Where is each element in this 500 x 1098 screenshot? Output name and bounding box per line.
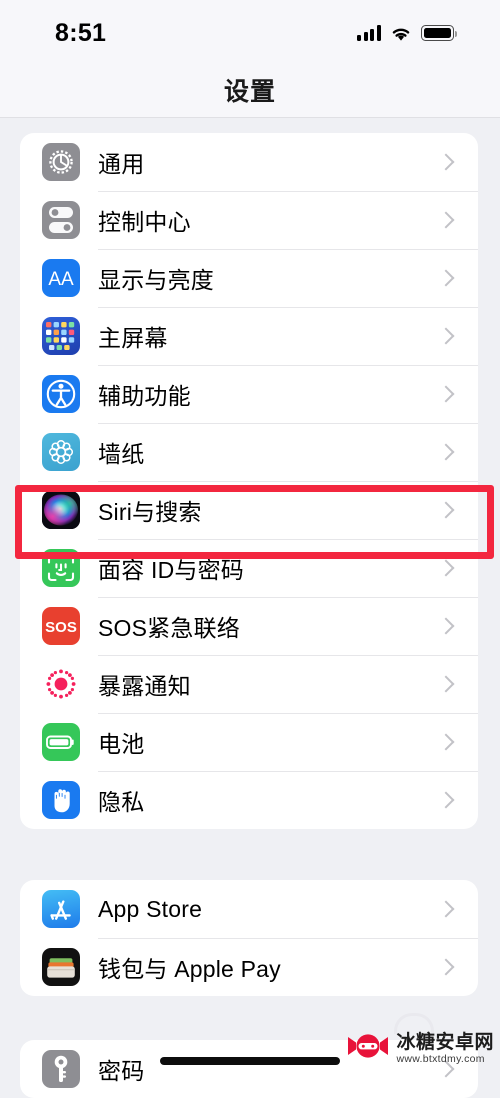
settings-row[interactable]: 面容 ID与密码 [20,539,478,597]
settings-row[interactable]: 主屏幕 [20,307,478,365]
status-bar-time: 8:51 [55,18,107,47]
settings-row[interactable]: 电池 [20,713,478,771]
chevron-right-icon [437,900,455,918]
candy-ninja-logo-icon [345,1033,391,1064]
status-bar-indicators [357,25,458,42]
settings-row[interactable]: Siri与搜索 [20,481,478,539]
cellular-bars-icon [357,25,381,41]
chevron-right-icon [437,269,455,287]
app-store-icon [42,890,80,928]
passwords-key-icon [42,1050,80,1088]
settings-row-label: 钱包与 Apple Pay [98,956,281,982]
settings-row-label: 密码 [98,1058,145,1084]
wifi-icon [390,25,412,42]
settings-row-label: 墙纸 [98,441,145,467]
chevron-right-icon [437,153,455,171]
home-indicator-bar[interactable] [160,1057,340,1065]
settings-row[interactable]: App Store [20,880,478,938]
siri-icon [42,491,80,529]
home-screen-icon [42,317,80,355]
exposure-notification-icon [42,665,80,703]
settings-row-label: Siri与搜索 [98,499,202,525]
settings-row[interactable]: SOS SOS紧急联络 [20,597,478,655]
store-section: App Store 钱包与 Apple Pay [20,880,478,996]
settings-row-label: 通用 [98,151,145,177]
settings-row[interactable]: 控制中心 [20,191,478,249]
chevron-right-icon [437,327,455,345]
svg-text:AA: AA [48,269,74,290]
watermark-title: 冰糖安卓网 [396,1031,494,1053]
battery-full-icon [421,25,458,41]
settings-row[interactable]: 通用 [20,133,478,191]
chevron-right-icon [437,733,455,751]
site-watermark: 冰糖安卓网 www.btxtdmy.com [345,1033,494,1065]
settings-row-label: SOS紧急联络 [98,615,240,641]
settings-row[interactable]: 隐私 [20,771,478,829]
chevron-right-icon [437,617,455,635]
wallet-icon [42,948,80,986]
settings-row[interactable]: 墙纸 [20,423,478,481]
settings-row[interactable]: 钱包与 Apple Pay [20,938,478,996]
chevron-right-icon [437,443,455,461]
settings-row-label: 电池 [98,731,145,757]
battery-icon [42,723,80,761]
settings-row[interactable]: 暴露通知 [20,655,478,713]
settings-row[interactable]: AA 显示与亮度 [20,249,478,307]
settings-row-label: 显示与亮度 [98,267,214,293]
system-section: 通用 控制中心 AA 显示与亮度 主屏幕 辅助功能 墙纸 Siri与搜索 面容 … [20,133,478,829]
accessibility-icon [42,375,80,413]
settings-row[interactable]: 辅助功能 [20,365,478,423]
chevron-right-icon [437,791,455,809]
status-bar: 8:51 [0,0,500,62]
settings-row-label: 主屏幕 [98,325,168,351]
face-id-icon [42,549,80,587]
settings-row-label: App Store [98,895,203,922]
settings-row-label: 面容 ID与密码 [98,557,244,583]
display-brightness-icon: AA [42,259,80,297]
chevron-right-icon [437,559,455,577]
emergency-sos-icon: SOS [42,607,80,645]
chevron-right-icon [437,501,455,519]
gear-icon [42,143,80,181]
privacy-hand-icon [42,781,80,819]
wallpaper-icon [42,433,80,471]
chevron-right-icon [437,675,455,693]
settings-row-label: 暴露通知 [98,673,191,699]
chevron-right-icon [437,211,455,229]
settings-row-label: 隐私 [98,789,145,815]
chevron-right-icon [437,385,455,403]
settings-scroll-area[interactable]: 通用 控制中心 AA 显示与亮度 主屏幕 辅助功能 墙纸 Siri与搜索 面容 … [0,119,500,1098]
page-title: 设置 [223,77,276,106]
svg-text:SOS: SOS [45,619,77,636]
settings-row-label: 控制中心 [98,209,191,235]
settings-row-label: 辅助功能 [98,383,191,409]
chevron-right-icon [437,958,455,976]
watermark-url: www.btxtdmy.com [396,1052,485,1065]
nav-bar: 设置 [0,62,500,118]
control-center-icon [42,201,80,239]
